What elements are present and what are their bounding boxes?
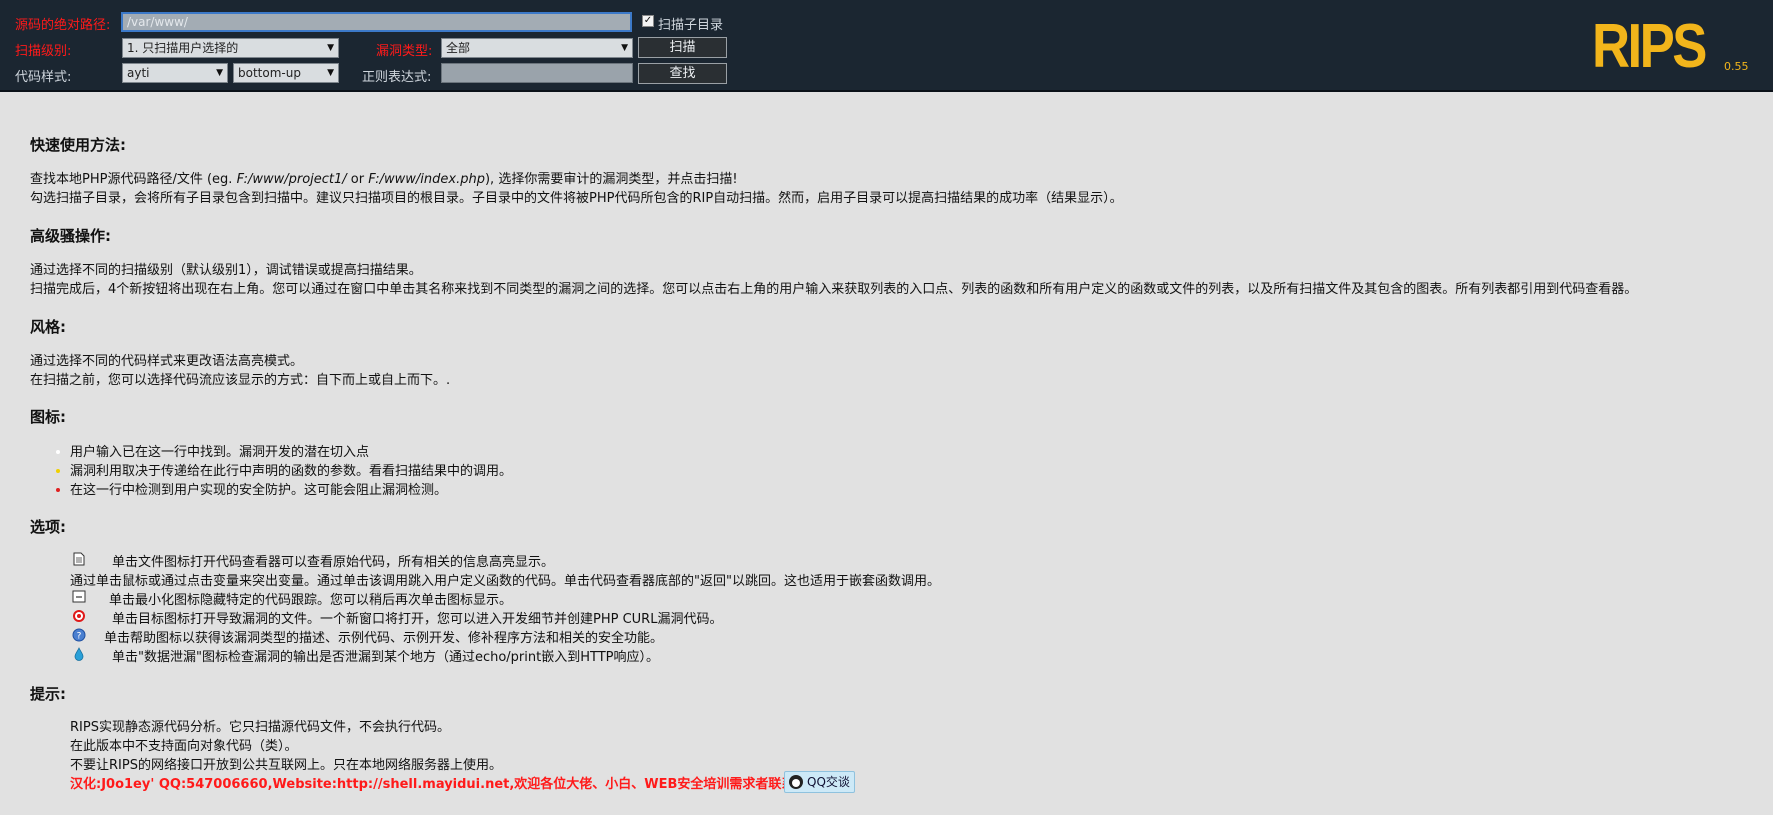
- chevron-down-icon: ▼: [621, 43, 628, 53]
- quick-line1-d: F:/www/index.php: [368, 172, 485, 187]
- translator-credit: 汉化:J0o1ey' QQ:547006660,Website:http://s…: [70, 777, 808, 792]
- search-button[interactable]: 查找: [638, 63, 727, 84]
- chevron-down-icon: ▼: [327, 68, 334, 78]
- user-input-dot-icon: [56, 450, 60, 454]
- path-input[interactable]: [121, 12, 632, 32]
- vuln-type-label: 漏洞类型:: [376, 44, 433, 59]
- advanced-line1: 通过选择不同的扫描级别（默认级别1），调试错误或提高扫描结果。: [30, 263, 422, 278]
- style-line2: 在扫描之前，您可以选择代码流应该显示的方式：自下而上或自上而下。.: [30, 373, 451, 388]
- flow-select[interactable]: bottom-up ▼: [233, 63, 339, 83]
- advanced-title: 高级骚操作:: [30, 227, 111, 245]
- code-style-value: ayti: [127, 66, 150, 80]
- data-leak-icon[interactable]: [72, 647, 86, 661]
- option-target-text: 单击目标图标打开导致漏洞的文件。一个新窗口将打开，您可以进入开发细节并创建PHP…: [112, 612, 723, 627]
- quick-line1: 查找本地PHP源代码路径/文件 (eg. F:/www/project1/ or…: [30, 170, 738, 189]
- quick-line1-e: ), 选择你需要审计的漏洞类型，并点击扫描!: [484, 172, 738, 187]
- icons-title: 图标:: [30, 408, 66, 426]
- flow-value: bottom-up: [238, 66, 301, 80]
- options-title: 选项:: [30, 518, 66, 536]
- quick-line1-b: F:/www/project1/: [236, 172, 347, 187]
- style-title: 风格:: [30, 318, 66, 336]
- security-dot-icon: [56, 488, 60, 492]
- quick-title: 快速使用方法:: [30, 136, 126, 154]
- qq-chat-label: QQ交谈: [807, 775, 850, 789]
- vuln-type-select[interactable]: 全部 ▼: [441, 38, 633, 58]
- code-style-label: 代码样式:: [15, 70, 72, 85]
- icons-item: 用户输入已在这一行中找到。漏洞开发的潜在切入点: [70, 445, 370, 460]
- hint-line2: 在此版本中不支持面向对象代码（类）。: [70, 739, 298, 754]
- regex-input[interactable]: [441, 63, 633, 83]
- top-toolbar: 源码的绝对路径: ✓ 扫描子目录 扫描级别: 1. 只扫描用户选择的 ▼ 漏洞类…: [0, 0, 1773, 92]
- chevron-down-icon: ▼: [327, 43, 334, 53]
- qq-penguin-icon: [789, 775, 803, 789]
- option-file-text: 单击文件图标打开代码查看器可以查看原始代码，所有相关的信息高亮显示。: [112, 555, 555, 570]
- minimize-icon[interactable]: [72, 590, 86, 604]
- code-style-select[interactable]: ayti ▼: [122, 63, 228, 83]
- scan-button[interactable]: 扫描: [638, 37, 727, 58]
- svg-text:?: ?: [77, 632, 82, 642]
- target-icon[interactable]: [72, 609, 86, 623]
- scan-level-label: 扫描级别:: [15, 44, 72, 59]
- icons-item: 在这一行中检测到用户实现的安全防护。这可能会阻止漏洞检测。: [70, 483, 448, 498]
- rips-logo: RIPS: [1592, 12, 1707, 81]
- scan-level-value: 1. 只扫描用户选择的: [127, 41, 239, 55]
- hints-title: 提示:: [30, 685, 66, 703]
- hint-line3: 不要让RIPS的网络接口开放到公共互联网上。只在本地网络服务器上使用。: [70, 758, 502, 773]
- quick-line1-a: 查找本地PHP源代码路径/文件 (eg.: [30, 172, 237, 187]
- quick-line2: 勾选扫描子目录，会将所有子目录包含到扫描中。建议只扫描项目的根目录。子目录中的文…: [30, 191, 1123, 206]
- quick-line1-c: or: [346, 172, 369, 187]
- hint-line1: RIPS实现静态源代码分析。它只扫描源代码文件，不会执行代码。: [70, 720, 450, 735]
- chevron-down-icon: ▼: [216, 68, 223, 78]
- subdirs-checkbox[interactable]: ✓: [642, 15, 654, 27]
- option-leak-text: 单击"数据泄漏"图标检查漏洞的输出是否泄漏到某个地方（通过echo/print嵌…: [112, 650, 659, 665]
- advanced-line2: 扫描完成后，4个新按钮将出现在右上角。您可以通过在窗口中单击其名称来找到不同类型…: [30, 282, 1638, 297]
- path-label: 源码的绝对路径:: [15, 18, 111, 33]
- option-minimize-text: 单击最小化图标隐藏特定的代码跟踪。您可以稍后再次单击图标显示。: [109, 593, 513, 608]
- icons-item: 漏洞利用取决于传递给在此行中声明的函数的参数。看看扫描结果中的调用。: [70, 464, 513, 479]
- help-icon[interactable]: ?: [72, 628, 86, 642]
- subdirs-label: 扫描子目录: [658, 18, 724, 33]
- vuln-type-value: 全部: [446, 41, 471, 55]
- version-label: 0.55: [1724, 60, 1749, 73]
- option-help-text: 单击帮助图标以获得该漏洞类型的描述、示例代码、示例开发、修补程序方法和相关的安全…: [104, 631, 664, 646]
- function-param-dot-icon: [56, 469, 60, 473]
- file-icon[interactable]: [72, 552, 86, 566]
- option-hover-text: 通过单击鼠标或通过点击变量来突出变量。通过单击该调用跳入用户定义函数的代码。单击…: [70, 574, 940, 589]
- style-line1: 通过选择不同的代码样式来更改语法高亮模式。: [30, 354, 304, 369]
- scan-level-select[interactable]: 1. 只扫描用户选择的 ▼: [122, 38, 339, 58]
- regex-label: 正则表达式:: [362, 70, 432, 85]
- qq-chat-button[interactable]: QQ交谈: [784, 771, 855, 793]
